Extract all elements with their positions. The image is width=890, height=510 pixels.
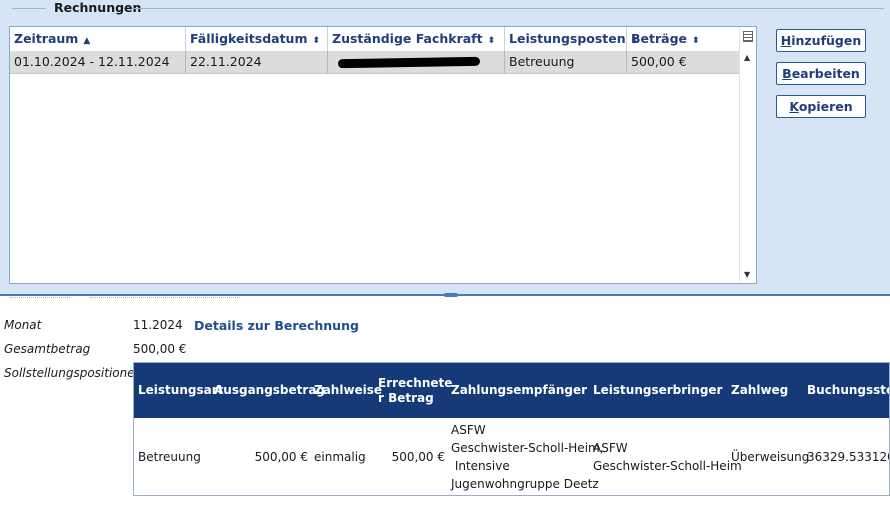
edit-button[interactable]: Bearbeiten — [776, 62, 866, 85]
positions-table-header: Leistungsart Ausgangsbetrag Zahlweise Er… — [134, 363, 889, 418]
column-header-ausgangsbetrag[interactable]: Ausgangsbetrag — [210, 363, 325, 418]
column-header-buchungsstelle[interactable]: Buchungsstelle — [803, 363, 889, 418]
scroll-up-icon[interactable]: ▲ — [744, 53, 750, 62]
grid-scrollbar[interactable]: ▲ ▼ — [739, 27, 756, 283]
column-chooser-icon[interactable] — [743, 31, 753, 42]
cell-zahlweise: einmalig — [314, 450, 366, 464]
cell-zeitraum: 01.10.2024 - 12.11.2024 — [10, 51, 186, 73]
divider — [10, 297, 70, 300]
scroll-down-icon[interactable]: ▼ — [744, 270, 750, 279]
cell-leistungserbringer: ASFW Geschwister-Scholl-Heim — [593, 441, 742, 473]
column-header-errechneter-betrag[interactable]: Errechnete r Betrag — [374, 363, 452, 418]
grid-header: Zeitraum ▲ Fälligkeitsdatum ⬍ Zuständige F… — [10, 27, 741, 52]
cell-ausgangsbetrag: 500,00 € — [254, 450, 308, 464]
column-header-leistungsart[interactable]: Leistungsart — [134, 363, 223, 418]
table-row[interactable]: Betreuung 500,00 € einmalig 500,00 € ASF… — [134, 421, 889, 493]
cell-faelligkeitsdatum: 22.11.2024 — [186, 51, 328, 73]
sort-ascending-icon: ▲ — [83, 36, 91, 46]
monat-value: 11.2024 — [133, 318, 183, 332]
cell-fachkraft — [328, 51, 505, 73]
monat-label: Monat — [4, 318, 42, 332]
column-header-fachkraft[interactable]: Zuständige Fachkraft ⬍ — [328, 27, 505, 51]
sort-icon: ⬍ — [487, 36, 496, 46]
column-header-zeitraum[interactable]: Zeitraum ▲ — [10, 27, 186, 51]
column-header-zahlweg[interactable]: Zahlweg — [727, 363, 803, 418]
invoices-panel: Rechnungen Zeitraum ▲ Fälligkeitsdatum ⬍ Z… — [0, 0, 890, 294]
column-header-betraege[interactable]: Beträge ⬍ — [627, 27, 741, 51]
sort-icon: ⬍ — [692, 36, 700, 46]
cell-betraege: 500,00 € — [631, 54, 687, 69]
cell-buchungsstelle: 36329.533120.2 — [807, 450, 889, 464]
gesamtbetrag-value: 500,00 € — [133, 342, 187, 356]
invoices-grid[interactable]: Zeitraum ▲ Fälligkeitsdatum ⬍ Zuständige F… — [9, 26, 757, 284]
details-calculation-link[interactable]: Details zur Berechnung — [194, 318, 359, 333]
cell-errechneter-betrag: 500,00 € — [391, 450, 445, 464]
column-header-faelligkeitsdatum[interactable]: Fälligkeitsdatum ⬍ — [186, 27, 328, 51]
redaction-mark — [337, 56, 481, 69]
sollstellungspositionen-label: Sollstellungspositionen — [4, 366, 143, 380]
cell-leistungsposten: Betreuung — [505, 51, 627, 73]
sort-icon: ⬍ — [312, 36, 321, 46]
add-button[interactable]: Hinzufügen — [776, 29, 866, 52]
column-header-leistungserbringer[interactable]: Leistungserbringer — [589, 363, 727, 418]
cell-zahlweg: Überweisung — [731, 450, 810, 464]
positions-table[interactable]: Leistungsart Ausgangsbetrag Zahlweise Er… — [133, 362, 890, 496]
splitter-grip-icon[interactable] — [444, 293, 458, 297]
group-border-right — [132, 8, 884, 9]
divider — [90, 297, 240, 300]
column-header-zahlungsempfaenger[interactable]: Zahlungsempfänger — [447, 363, 589, 418]
gesamtbetrag-label: Gesamtbetrag — [4, 342, 91, 356]
column-header-zahlweise[interactable]: Zahlweise — [310, 363, 382, 418]
column-header-leistungsposten[interactable]: Leistungsposten ⬍ — [505, 27, 638, 51]
cell-leistungsart: Betreuung — [138, 450, 201, 464]
group-border-left — [12, 8, 46, 9]
table-row[interactable]: 01.10.2024 - 12.11.2024 22.11.2024 Betre… — [10, 51, 741, 74]
cell-zahlungsempfaenger: ASFW Geschwister-Scholl-Heim, Intensive … — [451, 423, 604, 491]
copy-button[interactable]: Kopieren — [776, 95, 866, 118]
